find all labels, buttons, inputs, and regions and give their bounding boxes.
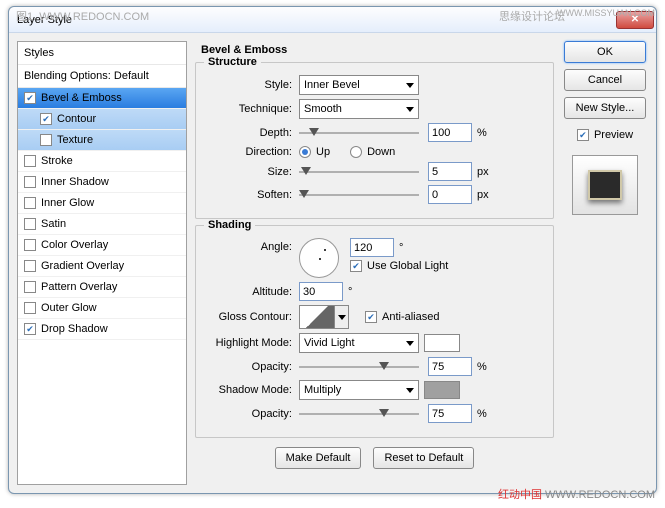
- soften-slider[interactable]: [299, 188, 419, 202]
- shadow-opacity-slider[interactable]: [299, 407, 419, 421]
- size-label: Size:: [206, 166, 294, 178]
- gloss-contour-label: Gloss Contour:: [206, 311, 294, 323]
- sidebar-item-drop-shadow[interactable]: ✔Drop Shadow: [18, 319, 186, 340]
- chevron-down-icon: [406, 107, 414, 112]
- checkbox-icon[interactable]: [24, 239, 36, 251]
- shadow-color-swatch[interactable]: [424, 381, 460, 399]
- direction-down-radio[interactable]: [350, 146, 362, 158]
- depth-slider[interactable]: [299, 126, 419, 140]
- shadow-opacity-label: Opacity:: [206, 408, 294, 420]
- technique-label: Technique:: [206, 103, 294, 115]
- chevron-down-icon: [338, 315, 346, 320]
- global-light-checkbox[interactable]: ✔: [350, 260, 362, 272]
- direction-up-radio[interactable]: [299, 146, 311, 158]
- highlight-opacity-label: Opacity:: [206, 361, 294, 373]
- styles-list: Styles Blending Options: Default ✔Bevel …: [17, 41, 187, 485]
- angle-dial[interactable]: [299, 238, 339, 278]
- titlebar[interactable]: Layer Style ✕: [9, 7, 656, 33]
- checkbox-icon[interactable]: [40, 134, 52, 146]
- depth-unit: %: [477, 127, 487, 139]
- sidebar-item-satin[interactable]: Satin: [18, 214, 186, 235]
- size-unit: px: [477, 166, 489, 178]
- soften-unit: px: [477, 189, 489, 201]
- checkbox-icon[interactable]: [24, 197, 36, 209]
- sidebar-item-stroke[interactable]: Stroke: [18, 151, 186, 172]
- window-title: Layer Style: [17, 14, 616, 26]
- highlight-color-swatch[interactable]: [424, 334, 460, 352]
- sidebar-item-texture[interactable]: Texture: [18, 130, 186, 151]
- checkbox-icon[interactable]: [24, 155, 36, 167]
- checkbox-icon[interactable]: [24, 218, 36, 230]
- preview-checkbox[interactable]: ✔: [577, 129, 589, 141]
- close-button[interactable]: ✕: [616, 11, 654, 29]
- dialog-actions: OK Cancel New Style... ✔Preview: [562, 41, 648, 485]
- technique-dropdown[interactable]: Smooth: [299, 99, 419, 119]
- checkbox-icon[interactable]: ✔: [40, 113, 52, 125]
- highlight-mode-dropdown[interactable]: Vivid Light: [299, 333, 419, 353]
- checkbox-icon[interactable]: [24, 302, 36, 314]
- soften-input[interactable]: 0: [428, 185, 472, 204]
- gloss-contour-swatch[interactable]: [299, 305, 335, 329]
- sidebar-item-contour[interactable]: ✔Contour: [18, 109, 186, 130]
- soften-label: Soften:: [206, 189, 294, 201]
- sidebar-item-outer-glow[interactable]: Outer Glow: [18, 298, 186, 319]
- sidebar-item-inner-glow[interactable]: Inner Glow: [18, 193, 186, 214]
- sidebar-item-gradient-overlay[interactable]: Gradient Overlay: [18, 256, 186, 277]
- highlight-opacity-slider[interactable]: [299, 360, 419, 374]
- layer-style-dialog: Layer Style ✕ Styles Blending Options: D…: [8, 6, 657, 494]
- highlight-opacity-input[interactable]: 75: [428, 357, 472, 376]
- shadow-opacity-input[interactable]: 75: [428, 404, 472, 423]
- make-default-button[interactable]: Make Default: [275, 447, 362, 469]
- gloss-contour-dropdown[interactable]: [335, 305, 349, 329]
- angle-label: Angle:: [206, 238, 294, 253]
- checkbox-icon[interactable]: [24, 260, 36, 272]
- size-input[interactable]: 5: [428, 162, 472, 181]
- shading-group: Shading Angle: 120° ✔Use Global Light Al…: [195, 225, 554, 438]
- depth-input[interactable]: 100: [428, 123, 472, 142]
- sidebar-item-bevel-emboss[interactable]: ✔Bevel & Emboss: [18, 88, 186, 109]
- sidebar-item-pattern-overlay[interactable]: Pattern Overlay: [18, 277, 186, 298]
- altitude-input[interactable]: 30: [299, 282, 343, 301]
- ok-button[interactable]: OK: [564, 41, 646, 63]
- shading-legend: Shading: [204, 219, 255, 231]
- preview-thumbnail: [572, 155, 638, 215]
- cancel-button[interactable]: Cancel: [564, 69, 646, 91]
- new-style-button[interactable]: New Style...: [564, 97, 646, 119]
- checkbox-icon[interactable]: [24, 281, 36, 293]
- size-slider[interactable]: [299, 165, 419, 179]
- blending-options[interactable]: Blending Options: Default: [18, 65, 186, 88]
- chevron-down-icon: [406, 341, 414, 346]
- options-panel: Bevel & Emboss Structure Style: Inner Be…: [195, 41, 554, 485]
- highlight-mode-label: Highlight Mode:: [206, 337, 294, 349]
- shadow-mode-dropdown[interactable]: Multiply: [299, 380, 419, 400]
- shadow-mode-label: Shadow Mode:: [206, 384, 294, 396]
- style-dropdown[interactable]: Inner Bevel: [299, 75, 419, 95]
- chevron-down-icon: [406, 388, 414, 393]
- direction-label: Direction:: [206, 146, 294, 158]
- structure-legend: Structure: [204, 56, 261, 68]
- reset-default-button[interactable]: Reset to Default: [373, 447, 474, 469]
- depth-label: Depth:: [206, 127, 294, 139]
- checkbox-icon[interactable]: [24, 176, 36, 188]
- angle-input[interactable]: 120: [350, 238, 394, 257]
- sidebar-item-color-overlay[interactable]: Color Overlay: [18, 235, 186, 256]
- chevron-down-icon: [406, 83, 414, 88]
- style-label: Style:: [206, 79, 294, 91]
- checkbox-icon[interactable]: ✔: [24, 92, 36, 104]
- structure-group: Structure Style: Inner Bevel Technique: …: [195, 62, 554, 219]
- anti-aliased-checkbox[interactable]: ✔: [365, 311, 377, 323]
- styles-header[interactable]: Styles: [18, 42, 186, 65]
- sidebar-item-inner-shadow[interactable]: Inner Shadow: [18, 172, 186, 193]
- checkbox-icon[interactable]: ✔: [24, 323, 36, 335]
- altitude-label: Altitude:: [206, 286, 294, 298]
